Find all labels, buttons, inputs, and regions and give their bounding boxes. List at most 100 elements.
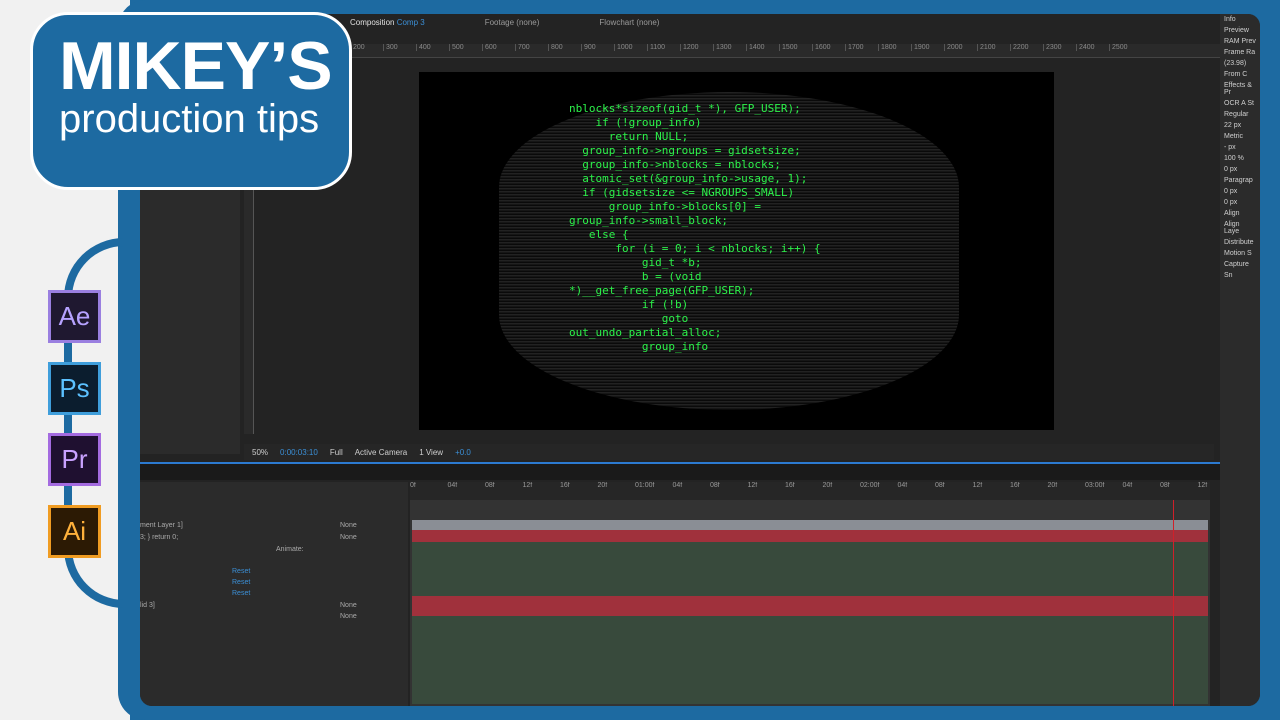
stroke-width-value[interactable]: - px (1220, 142, 1260, 153)
timeline-tick: 20f (822, 482, 833, 489)
timeline-tick: 16f (1010, 482, 1020, 489)
tab-composition-name: Comp 3 (396, 18, 425, 27)
timeline-layer-panel: ment Layer 1] None 3; } return 0; None A… (140, 482, 408, 706)
timeline-tab-bar (140, 462, 1220, 480)
animate-label[interactable]: Animate: (276, 546, 304, 553)
ruler-tick: 1000 (614, 44, 647, 51)
timeline-tick: 08f (1160, 482, 1170, 489)
parent-dropdown[interactable]: None (340, 534, 357, 541)
horizontal-ruler: 200 300 400 500 600 700 800 900 1000 1100 1200 1300… (350, 44, 1220, 58)
mikeys-logo-badge: MIKEY’S production tips (30, 12, 352, 190)
panel-preview-title[interactable]: Preview (1220, 25, 1260, 36)
track-bar[interactable] (412, 520, 1208, 530)
code-line: group_info->small_block; (569, 214, 728, 227)
layer-name[interactable]: 3; } return 0; (140, 534, 178, 541)
tab-flowchart[interactable]: Flowchart (none) (599, 18, 659, 38)
indent-value[interactable]: 0 px (1220, 186, 1260, 197)
premiere-icon: Pr (48, 433, 101, 486)
ruler-tick: 700 (515, 44, 548, 51)
track-bar[interactable] (412, 542, 1208, 596)
timeline-tick: 16f (785, 482, 795, 489)
ruler-tick: 300 (383, 44, 416, 51)
ruler-tick: 2100 (977, 44, 1010, 51)
panel-effects-title[interactable]: Effects & Pr (1220, 80, 1260, 98)
layer-name[interactable]: lid 3] (140, 602, 155, 609)
tab-footage[interactable]: Footage (none) (485, 18, 540, 38)
fps-value[interactable]: (23.98) (1220, 58, 1260, 69)
ruler-tick: 1800 (878, 44, 911, 51)
timeline-tick: 08f (710, 482, 720, 489)
code-line: b = (void (569, 270, 702, 283)
from-current-checkbox[interactable]: From C (1220, 69, 1260, 80)
zoom-dropdown[interactable]: 50% (252, 448, 268, 457)
baseline-value[interactable]: 0 px (1220, 164, 1260, 175)
code-line: goto (569, 312, 689, 325)
panel-info-title[interactable]: Info (1220, 14, 1260, 25)
panel-motion-title[interactable]: Motion S (1220, 248, 1260, 259)
exposure-value[interactable]: +0.0 (455, 448, 471, 457)
timeline-tick: 08f (935, 482, 945, 489)
timeline-ruler[interactable]: 0f 04f 08f 12f 16f 20f 01:00f 04f 08f 12f 16f 20f 02… (410, 482, 1210, 500)
camera-dropdown[interactable]: Active Camera (355, 448, 407, 457)
timeline-tick: 04f (897, 482, 908, 489)
code-line: return NULL; (569, 130, 689, 143)
right-panels: Info Preview RAM Prev Frame Ra (23.98) F… (1220, 14, 1260, 706)
after-effects-icon: Ae (48, 290, 101, 343)
timeline-tick: 04f (447, 482, 458, 489)
viewer-tabs: Composition Comp 3 Footage (none) Flowch… (350, 18, 659, 38)
kerning-dropdown[interactable]: Metric (1220, 131, 1260, 142)
track-bar[interactable] (412, 596, 1208, 616)
scale-value[interactable]: 100 % (1220, 153, 1260, 164)
code-line: *)__get_free_page(GFP_USER); (569, 284, 755, 297)
parent-dropdown[interactable]: None (340, 613, 357, 620)
ruler-tick: 900 (581, 44, 614, 51)
track-bar[interactable] (412, 616, 1208, 704)
timeline-tick: 16f (560, 482, 570, 489)
code-line: group_info (569, 340, 709, 353)
align-layers-label: Align Laye (1224, 221, 1240, 235)
reset-link[interactable]: Reset (232, 579, 250, 586)
parent-dropdown[interactable]: None (340, 522, 357, 529)
font-style-dropdown[interactable]: Regular (1220, 109, 1260, 120)
font-dropdown[interactable]: OCR A St (1220, 98, 1260, 109)
vertical-ruler (244, 184, 254, 434)
panel-align-title[interactable]: Align (1220, 208, 1260, 219)
photoshop-icon: Ps (48, 362, 101, 415)
ram-preview-label: RAM Prev (1224, 38, 1256, 45)
ruler-tick: 400 (416, 44, 449, 51)
timecode-display[interactable]: 0:00:03:10 (280, 448, 318, 457)
tab-composition[interactable]: Composition Comp 3 (350, 18, 425, 38)
font-size-value[interactable]: 22 px (1220, 120, 1260, 131)
frame-rate-label: Frame Ra (1224, 49, 1256, 56)
code-line: if (!group_info) (569, 116, 702, 129)
panel-paragraph-title[interactable]: Paragrap (1220, 175, 1260, 186)
snap-label: Sn (1224, 272, 1233, 279)
ruler-tick: 200 (350, 44, 383, 51)
parent-dropdown[interactable]: None (340, 602, 357, 609)
ruler-tick: 500 (449, 44, 482, 51)
indent-value[interactable]: 0 px (1220, 197, 1260, 208)
track-bar[interactable] (412, 530, 1208, 542)
code-line: if (!b) (569, 298, 689, 311)
resolution-dropdown[interactable]: Full (330, 448, 343, 457)
timeline-tracks[interactable]: 0f 04f 08f 12f 16f 20f 01:00f 04f 08f 12f 16f 20f 02… (410, 482, 1210, 706)
playhead[interactable] (1173, 500, 1174, 706)
reset-link[interactable]: Reset (232, 590, 250, 597)
code-line: for (i = 0; i < nblocks; i++) { (569, 242, 821, 255)
ruler-tick: 2500 (1109, 44, 1142, 51)
ruler-tick: 1200 (680, 44, 713, 51)
code-line: group_info->blocks[0] = (569, 200, 762, 213)
code-line: if (gidsetsize <= NGROUPS_SMALL) (569, 186, 795, 199)
composition-viewer[interactable]: nblocks*sizeof(gid_t *), GFP_USER); if (… (419, 72, 1054, 430)
layer-name[interactable]: ment Layer 1] (140, 522, 183, 529)
ruler-tick: 1100 (647, 44, 680, 51)
reset-link[interactable]: Reset (232, 568, 250, 575)
illustrator-icon: Ai (48, 505, 101, 558)
timeline-tick: 02:00f (860, 482, 880, 489)
timeline-tick: 12f (747, 482, 758, 489)
code-line: gid_t *b; (569, 256, 702, 269)
code-line: nblocks*sizeof(gid_t *), GFP_USER); (569, 102, 801, 115)
viewer-toolbar: 50% 0:00:03:10 Full Active Camera 1 View… (244, 444, 1214, 460)
code-line: group_info->ngroups = gidsetsize; (569, 144, 801, 157)
view-layout-dropdown[interactable]: 1 View (419, 448, 443, 457)
